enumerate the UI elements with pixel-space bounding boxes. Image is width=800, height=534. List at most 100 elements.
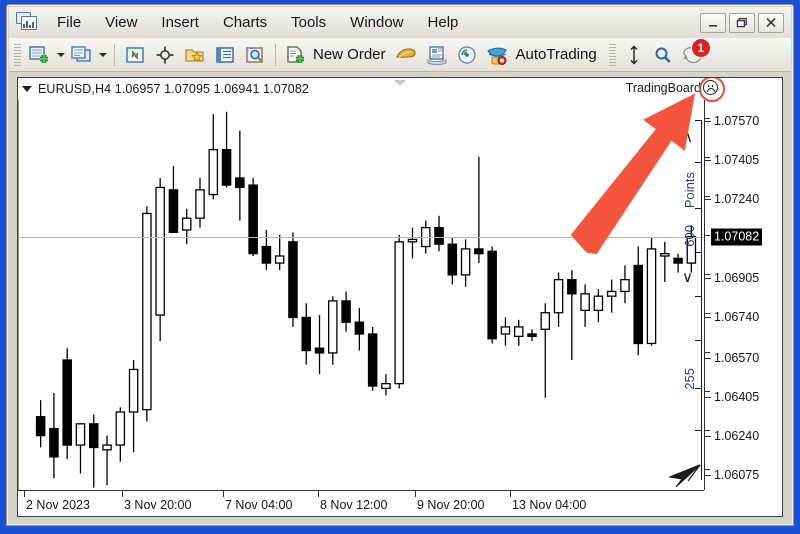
price-axis[interactable]: 1.07570 1.07405 1.07240 1.06905 1.06740 1.065… [704,100,782,490]
price-minor-tick [705,234,710,236]
price-minor-tick [705,273,710,275]
toolbar-grip[interactable] [14,43,21,66]
candle [341,291,351,332]
close-button[interactable] [758,12,784,33]
fit-vertical-button[interactable] [620,41,648,69]
points-scale-gadget[interactable]: ∧ Points 600 ∨ 255 [678,100,704,490]
price-tick [705,317,711,319]
candle [181,208,192,245]
price-minor-tick [705,429,710,431]
candle [49,393,59,479]
application-window: File View Insert Charts Tools Window Help [6,4,794,526]
candle [62,348,72,460]
main-toolbar: New Order AutoTrading 1 [9,37,791,72]
candle [301,303,312,365]
candle [580,284,590,327]
indicators-button[interactable] [120,41,150,69]
time-tick-label: 13 Nov 04:00 [512,498,587,512]
alerts-button[interactable]: 1 [678,37,711,69]
points-secondary-value: 255 [682,368,697,390]
candle [208,114,219,200]
candle [115,407,126,462]
templates-button[interactable] [180,41,210,69]
time-tick [415,491,416,497]
time-tick-label: 2 Nov 2023 [26,498,90,512]
points-gadget-tick [695,252,702,253]
candle [553,272,564,327]
chart-collapse-icon[interactable] [22,86,32,92]
candle [328,296,338,365]
toolbar-grip-2[interactable] [608,43,616,66]
candle [487,246,497,344]
alerts-badge: 1 [690,37,711,58]
candle [500,317,511,346]
points-gadget-tick [695,296,702,297]
signals-button[interactable] [452,41,482,69]
profiles-button[interactable] [67,41,97,69]
profiles-dropdown[interactable] [97,41,109,69]
menu-insert[interactable]: Insert [150,11,210,34]
points-gadget-tick [695,340,702,341]
candle [540,303,551,398]
candle [195,178,205,228]
points-gadget-tick [695,388,702,389]
chart-plot-area[interactable] [18,100,704,490]
candle [633,246,644,356]
indicator-name: TradingBoard [625,80,701,95]
time-tick [122,491,123,497]
candle [447,237,458,285]
metaeditor-button[interactable] [390,41,422,69]
scale-up-arrow-icon[interactable]: ∧ [682,128,693,146]
menu-window[interactable]: Window [339,11,414,34]
price-tick-label: 1.07405 [714,153,760,168]
minimize-button[interactable] [700,12,726,33]
autotrading-button[interactable] [482,41,514,69]
candle [567,270,577,360]
time-tick [24,491,25,497]
price-tick [705,160,711,162]
restore-button[interactable] [729,12,755,33]
zoom-region-button[interactable] [240,41,270,69]
time-tick-label: 3 Nov 20:00 [124,498,192,512]
menu-tools[interactable]: Tools [280,11,337,34]
crosshair-button[interactable] [150,41,180,69]
points-gadget-rule [701,120,702,480]
chart-symbol-info: EURUSD,H4 1.06957 1.07095 1.06941 1.0708… [38,82,309,96]
price-tick-label: 1.06405 [714,389,760,404]
candlestick-series [35,111,697,488]
new-chart-dropdown[interactable] [55,41,67,69]
candle [354,308,365,351]
candle [142,206,152,422]
candle [128,360,139,453]
points-gadget-tick [695,208,702,209]
data-window-button[interactable] [210,41,240,69]
price-tick [705,474,711,476]
candle [646,237,657,346]
menu-file[interactable]: File [46,11,92,34]
sad-face-icon[interactable] [703,80,718,95]
price-tick [705,396,711,398]
new-order-button[interactable] [281,41,311,69]
candle [35,400,46,448]
zoom-button[interactable] [648,41,678,69]
candle [394,234,404,389]
candle [620,265,630,304]
candle [248,178,258,256]
indicator-label: TradingBoard [626,80,718,95]
price-minor-tick [705,117,710,119]
mt-chart-icon [15,11,41,35]
time-axis[interactable]: 2 Nov 2023 3 Nov 20:00 7 Nov 04:00 8 Nov 12… [18,490,704,516]
price-minor-tick [705,195,710,197]
menu-help[interactable]: Help [417,11,470,34]
menu-charts[interactable]: Charts [212,11,278,34]
new-chart-button[interactable] [25,41,55,69]
price-tick-label: 1.06240 [714,428,760,443]
menu-view[interactable]: View [94,11,148,34]
scale-down-arrow-icon[interactable]: ∨ [682,268,693,286]
price-minor-tick [705,156,710,158]
news-button[interactable] [422,41,452,69]
candle [367,326,378,391]
candle [606,279,617,313]
chart-window[interactable]: EURUSD,H4 1.06957 1.07095 1.06941 1.0708… [17,77,783,517]
candle [434,215,444,252]
